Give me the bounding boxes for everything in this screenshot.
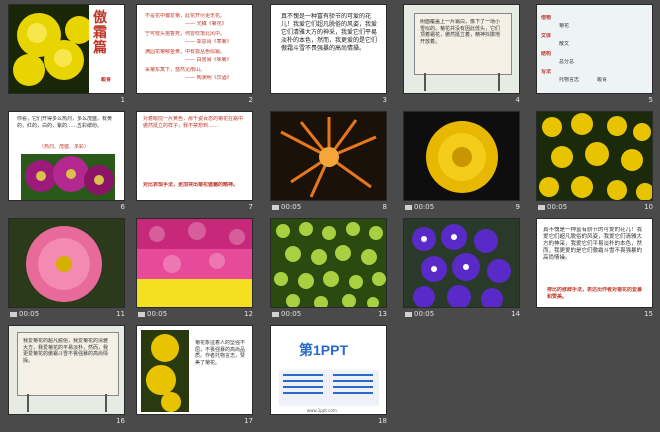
yellow-chrysanthemum-image [141, 330, 189, 412]
value-5: 峻青 [597, 77, 608, 83]
slide-body-text: 真不愧是一种富有骄节的可爱的花儿！我爱它们超凡脱俗的风姿，我爱它们清雅大方的神采… [543, 227, 643, 261]
poem-line-4: 采菊东篱下，悠然见南山。 [145, 67, 206, 73]
label-3: 结构 [541, 51, 552, 57]
slide-thumbnail-12[interactable]: 00:05 12 [136, 218, 253, 318]
slide-thumbnail-7[interactable]: 对着眼前一片黄色，那千姿百态的菊花在霜中傲然挺立的样子，我不禁想到…… 对比表现… [136, 111, 253, 211]
slide-thumbnail-16[interactable]: 我爱菊花的超凡脱俗，我爱菊花的清雅大方，我爱菊花的平易淡朴，然而，我更爱菊花的傲… [8, 325, 125, 425]
poem-line-3: 满园花菊郁金黄，中有孤丛色似霜。 [145, 49, 226, 55]
yellow-flower-field-image [537, 112, 652, 200]
slide-number: 8 [382, 203, 387, 211]
slide-number: 5 [648, 96, 653, 104]
slide-thumbnail-14[interactable]: 00:05 14 [403, 218, 520, 318]
slide-number: 15 [644, 310, 653, 318]
slide-thumbnail-2[interactable]: 不是花中偏爱菊，此花开尽更无花。 —— 元稹《菊花》 宁可枝头抱香死，何曾吹落北… [136, 4, 253, 104]
brand-logo: 第1PPT [299, 342, 349, 358]
link-list-panel [279, 370, 379, 406]
slide-number: 3 [382, 96, 387, 104]
orange-chrysanthemum-image [271, 112, 386, 200]
poem-source-4: —— 陶渊明《饮酒》 [185, 75, 232, 81]
slide-thumbnail-13[interactable]: 00:05 13 [270, 218, 387, 318]
slide-number: 10 [644, 203, 653, 211]
value-2: 散文 [559, 41, 570, 47]
label-2: 文体 [541, 33, 552, 39]
slide-thumbnail-1[interactable]: 傲霜篇 峻青 1 [8, 4, 125, 104]
slide-timing: 00:05 [138, 310, 167, 318]
timing-icon [10, 311, 17, 317]
timing-icon [538, 204, 545, 210]
timing-icon [138, 311, 145, 317]
slide-highlight: 对比表现手法，更加突出菊花傲霜的精神。 [143, 182, 239, 188]
slide-number: 14 [511, 310, 520, 318]
slide-thumbnail-15[interactable]: 真不愧是一种富有骄节的可爱的花儿！我爱它们超凡脱俗的风姿，我爱它们清雅大方的神采… [536, 218, 653, 318]
slide-number: 18 [378, 417, 387, 425]
slide-timing: 00:05 [10, 310, 39, 318]
slide-author: 峻青 [101, 77, 112, 83]
slide-body-text: 对着眼前一片黄色，那千姿百态的菊花在霜中傲然挺立的样子，我不禁想到…… [143, 116, 244, 129]
slide-highlight: （热烈、茂盛、多彩） [39, 144, 90, 150]
poem-source-1: —— 元稹《菊花》 [185, 21, 227, 27]
slide-number: 1 [120, 96, 125, 104]
slide-number: 13 [378, 310, 387, 318]
slide-thumbnail-6[interactable]: 你看，它们开得多么热烈，多么茂盛。有黄的，红的，白的，紫的……五彩缤纷。 （热烈… [8, 111, 125, 211]
slide-number: 4 [515, 96, 520, 104]
pink-gerbera-image [9, 219, 124, 307]
slide-number: 9 [515, 203, 520, 211]
easel-leg [105, 394, 107, 412]
slide-timing: 00:05 [272, 203, 301, 211]
site-url: www.1ppt.com [307, 408, 337, 413]
slide-thumbnail-10[interactable]: 00:05 10 [536, 111, 653, 211]
purple-cineraria-image [404, 219, 519, 307]
slide-thumbnail-9[interactable]: 00:05 9 [403, 111, 520, 211]
timing-icon [272, 311, 279, 317]
label-4: 写法 [541, 69, 552, 75]
slide-number: 16 [116, 417, 125, 425]
timing-icon [405, 204, 412, 210]
timing-icon [272, 204, 279, 210]
green-button-mums-image [271, 219, 386, 307]
easel-leg [424, 73, 426, 91]
slide-thumbnail-11[interactable]: 00:05 11 [8, 218, 125, 318]
label-1: 借物 [541, 15, 552, 21]
slide-sorter-view: { "slides": [ {"num":"1","timing":""}, {… [0, 0, 660, 432]
slide-thumbnail-4[interactable]: 树面覆盖上一片霜白，像下了一场小雪似的。菊花并没有因此低头，它们顶着霜花，傲然挺… [403, 4, 520, 104]
mixed-flower-bed-image [137, 219, 252, 307]
value-4: 托物言志 [559, 77, 580, 83]
poem-source-3: —— 白居易《咏菊》 [185, 57, 232, 63]
value-3: 总分总 [559, 59, 575, 65]
slide-thumbnail-18[interactable]: 第1PPT www.1ppt.com 18 [270, 325, 387, 425]
slide-number: 7 [248, 203, 253, 211]
slide-timing: 00:05 [538, 203, 567, 211]
slide-thumbnail-5[interactable]: 借物 菊花 文体 散文 结构 总分总 写法 托物言志 峻青 5 [536, 4, 653, 104]
slide-body-text: 树面覆盖上一片霜白，像下了一场小雪似的。菊花并没有因此低头，它们顶着霜花，傲然挺… [420, 19, 501, 45]
slide-body-text: 真不愧是一种富有骄节的可爱的花儿！我爱它们超凡脱俗的风姿，我爱它们清雅大方的神采… [281, 13, 378, 52]
slide-timing: 00:05 [405, 203, 434, 211]
slide-number: 2 [248, 96, 253, 104]
easel-leg [498, 73, 500, 91]
slide-number: 6 [120, 203, 125, 211]
easel-leg [27, 394, 29, 412]
slide-thumbnail-3[interactable]: 真不愧是一种富有骄节的可爱的花儿！我爱它们超凡脱俗的风姿，我爱它们清雅大方的神采… [270, 4, 387, 104]
slide-body-text: 菊花象征着人的坚强不屈，不畏强暴的高尚品质。作者托物言志，赞美了菊花。 [195, 340, 246, 366]
slide-body-text: 我爱菊花的超凡脱俗，我爱菊花的清雅大方，我爱菊花的平易淡朴，然而，我更爱菊花的傲… [23, 338, 109, 364]
timing-icon [405, 311, 412, 317]
slide-title: 傲霜篇 [93, 10, 107, 56]
poem-source-2: —— 郑思肖《寒菊》 [185, 39, 232, 45]
slide-number: 17 [244, 417, 253, 425]
poem-line-2: 宁可枝头抱香死，何曾吹落北风中。 [145, 31, 226, 37]
slide-body-text: 你看，它们开得多么热烈，多么茂盛。有黄的，红的，白的，紫的……五彩缤纷。 [17, 116, 113, 129]
purple-chrysanthemum-image [21, 154, 115, 200]
poem-line-1: 不是花中偏爱菊，此花开尽更无花。 [145, 13, 226, 19]
slide-number: 12 [244, 310, 253, 318]
slide-thumbnail-17[interactable]: 菊花象征着人的坚强不屈，不畏强暴的高尚品质。作者托物言志，赞美了菊花。 17 [136, 325, 253, 425]
slide-timing: 00:05 [405, 310, 434, 318]
slide-thumbnail-8[interactable]: 00:05 8 [270, 111, 387, 211]
slide-number: 11 [116, 310, 125, 318]
slide-timing: 00:05 [272, 310, 301, 318]
value-1: 菊花 [559, 23, 570, 29]
yellow-chrysanthemum-image [404, 112, 519, 200]
slide-highlight: 排比的修辞手法，表达出作者对菊花的爱慕和赞美。 [547, 287, 643, 300]
